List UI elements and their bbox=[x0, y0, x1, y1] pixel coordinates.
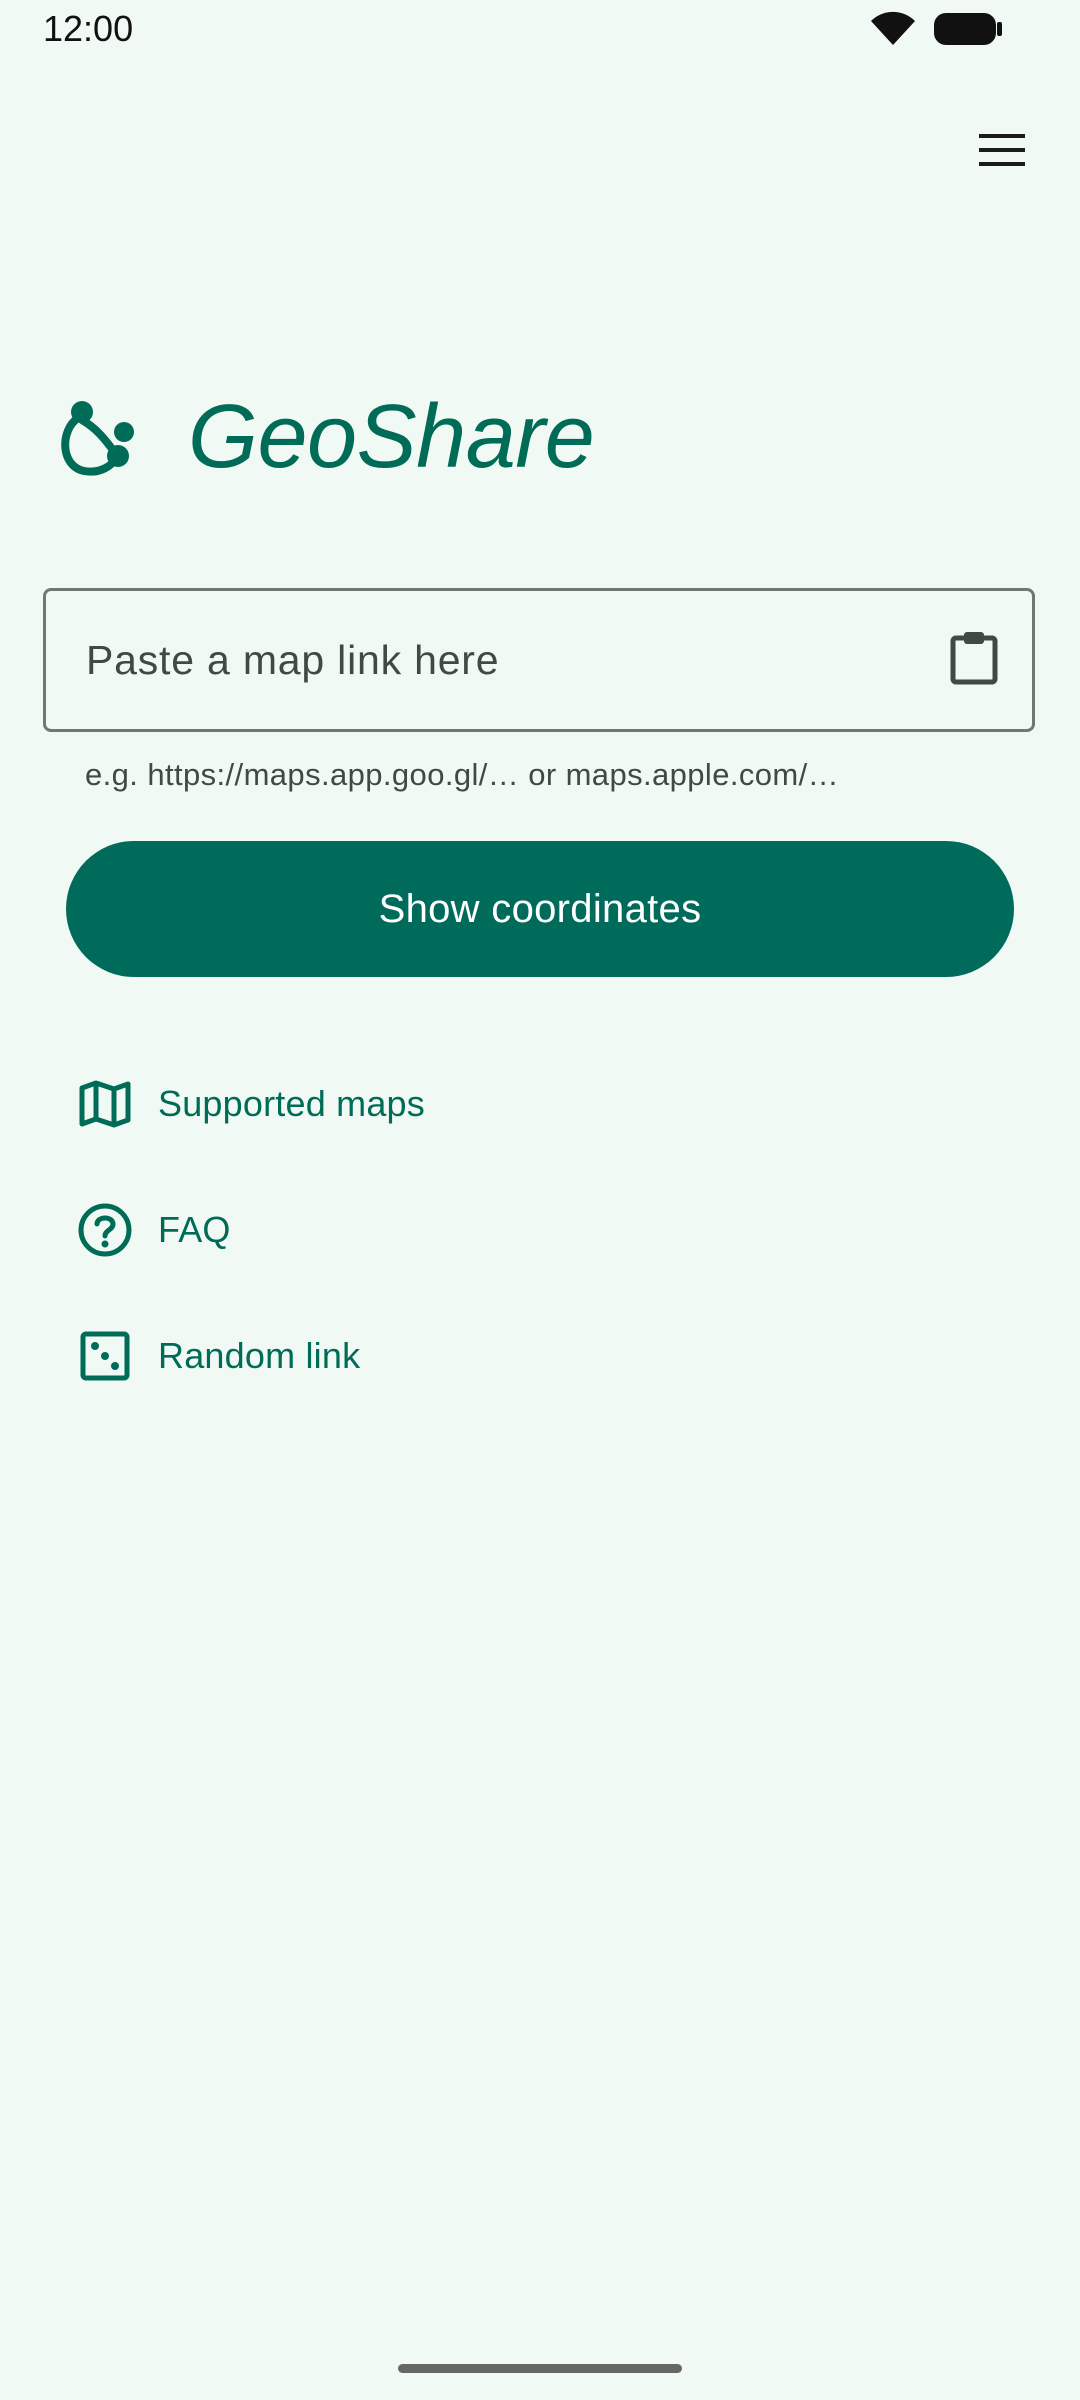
faq-label: FAQ bbox=[158, 1209, 231, 1250]
supported-maps-link[interactable]: Supported maps bbox=[74, 1066, 425, 1142]
status-time: 12:00 bbox=[43, 8, 134, 49]
random-link-link[interactable]: Random link bbox=[74, 1318, 360, 1394]
paste-button[interactable] bbox=[944, 629, 1004, 691]
menu-button[interactable] bbox=[968, 118, 1036, 186]
help-circle-icon bbox=[74, 1199, 136, 1261]
hamburger-menu-icon bbox=[977, 131, 1027, 174]
faq-link[interactable]: FAQ bbox=[74, 1192, 231, 1268]
map-link-input[interactable]: Paste a map link here bbox=[43, 588, 1035, 732]
show-coordinates-button[interactable]: Show coordinates bbox=[66, 841, 1014, 977]
input-helper-text: e.g. https://maps.app.goo.gl/… or maps.a… bbox=[85, 757, 840, 792]
map-link-input-placeholder: Paste a map link here bbox=[86, 637, 500, 683]
clipboard-icon bbox=[949, 630, 999, 691]
battery-icon bbox=[934, 11, 1004, 52]
supported-maps-label: Supported maps bbox=[158, 1083, 425, 1124]
wifi-icon bbox=[870, 11, 916, 52]
map-icon bbox=[74, 1073, 136, 1135]
random-link-label: Random link bbox=[158, 1335, 361, 1376]
app-title: GeoShare bbox=[188, 387, 595, 487]
status-icons bbox=[870, 11, 1004, 52]
dice-icon bbox=[74, 1325, 136, 1387]
home-indicator[interactable] bbox=[398, 2364, 682, 2373]
show-coordinates-label: Show coordinates bbox=[378, 886, 702, 931]
geoshare-logo-icon bbox=[58, 398, 134, 478]
status-bar: 12:00 bbox=[0, 0, 1080, 60]
